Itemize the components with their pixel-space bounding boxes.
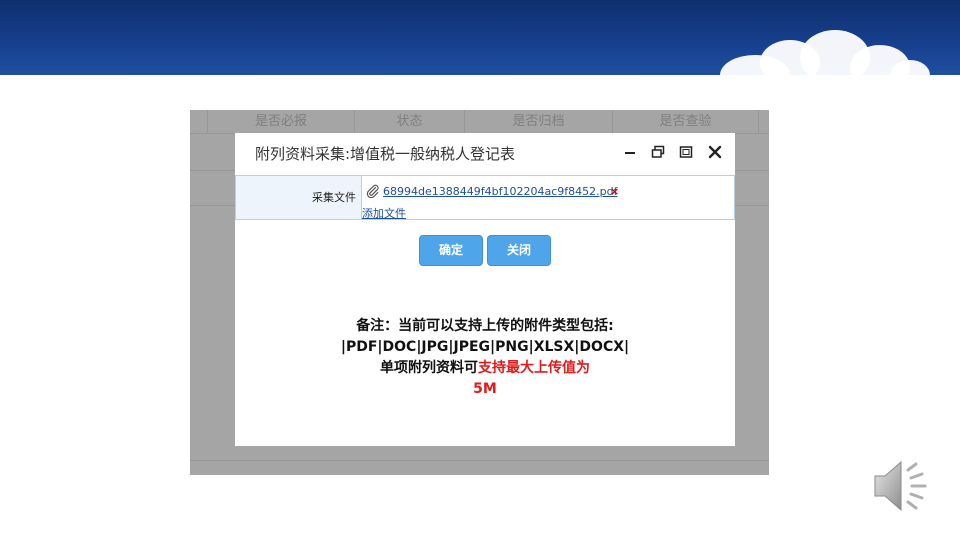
background-table-header: 是否必报 状态 是否归档 是否查验 [190,110,769,134]
minimize-icon[interactable] [621,143,639,161]
background-column-header: 状态 [355,110,465,134]
note-line: 单项附列资料可支持最大上传值为 [235,358,735,379]
uploaded-file-link[interactable]: 68994de1388449f4bf102204ac9f8452.pdf [383,185,617,198]
restore-icon[interactable] [649,143,667,161]
close-icon[interactable] [706,143,724,161]
confirm-button[interactable]: 确定 [419,235,483,266]
dialog-title: 附列资料采集:增值税一般纳税人登记表 [255,145,516,163]
speaker-icon[interactable] [872,456,934,516]
upload-note: 备注：当前可以支持上传的附件类型包括: |PDF|DOC|JPG|JPEG|PN… [235,316,735,400]
upload-dialog: 附列资料采集:增值税一般纳税人登记表 采集文件 68994de1388449f4… [235,133,735,446]
close-button[interactable]: 关闭 [487,235,551,266]
note-file-types: |PDF|DOC|JPG|JPEG|PNG|XLSX|DOCX| [340,339,630,355]
background-column-header: 是否查验 [613,110,759,134]
note-highlight: 支持最大上传值为 [478,360,590,376]
file-list: 68994de1388449f4bf102204ac9f8452.pdf × 添… [362,176,734,221]
slide: 是否必报 状态 是否归档 是否查验 附列资料采集:增值税一般纳税人登记表 采集文… [0,0,960,540]
paperclip-icon [366,184,379,198]
note-text: 单项附列资料可 [380,360,478,376]
background-row-divider [190,460,769,461]
note-max-size: 5M [473,381,497,397]
background-column-header: 是否必报 [208,110,355,134]
background-column [190,110,208,134]
note-line: 备注：当前可以支持上传的附件类型包括: [356,318,614,334]
upload-form: 采集文件 68994de1388449f4bf102204ac9f8452.pd… [235,175,735,220]
maximize-icon[interactable] [677,143,695,161]
top-banner [0,0,960,75]
add-file-link[interactable]: 添加文件 [362,205,406,221]
background-column-header: 是否归档 [465,110,613,134]
collect-file-label: 采集文件 [236,176,362,219]
delete-file-icon[interactable]: × [610,185,619,198]
